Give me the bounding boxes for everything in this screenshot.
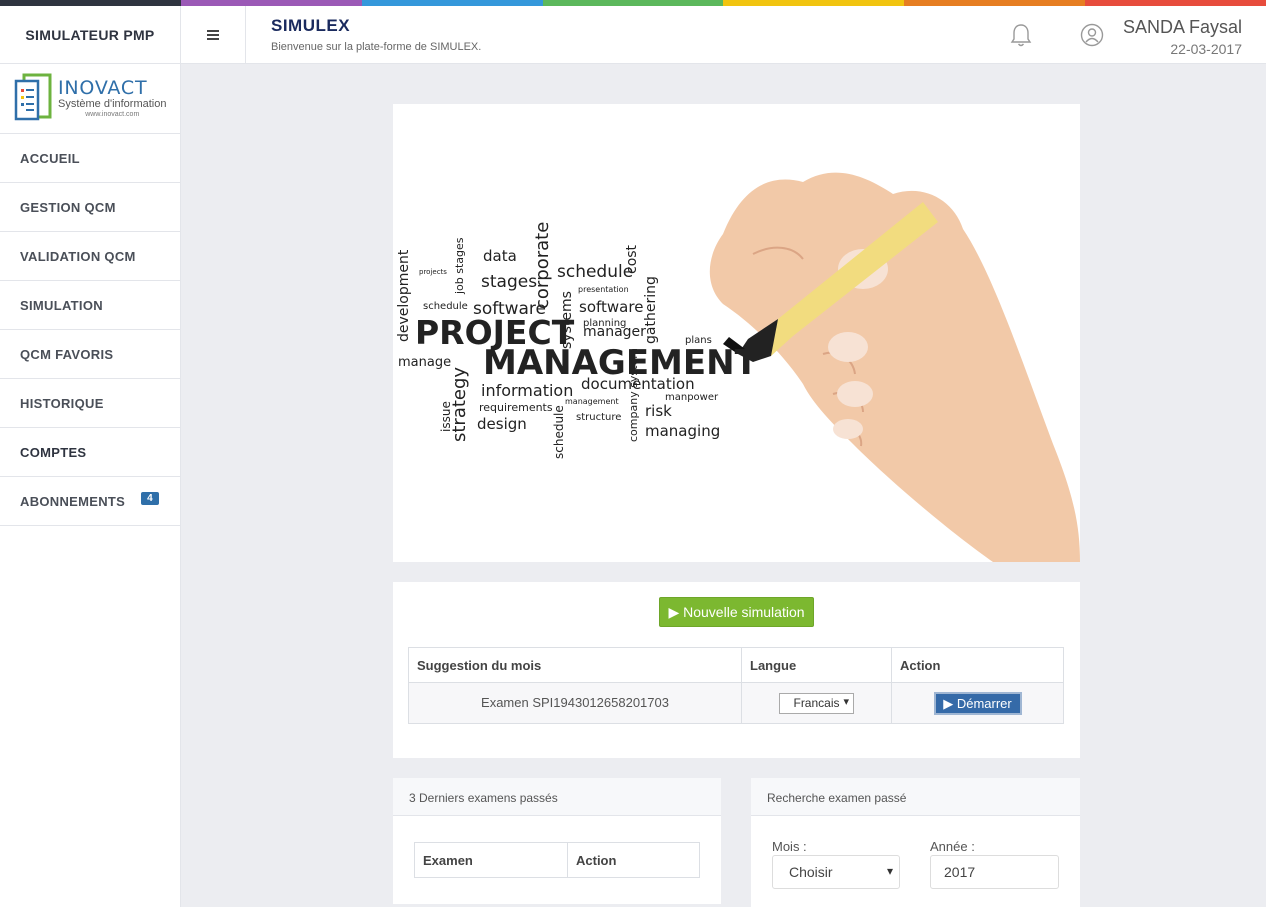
sidebar-item-label: GESTION QCM: [20, 199, 116, 215]
svg-text:software: software: [579, 298, 643, 316]
hero-banner-image: PROJECT MANAGEMENT software stages data …: [393, 104, 1080, 562]
svg-text:manpower: manpower: [665, 392, 719, 403]
logo-tagline: Système d'information: [58, 98, 167, 110]
bell-icon[interactable]: [1009, 22, 1033, 48]
svg-text:development: development: [396, 249, 412, 342]
svg-text:data: data: [483, 247, 517, 265]
logo-name: INOVACT: [58, 77, 148, 99]
user-name: SANDA Faysal: [1122, 17, 1242, 37]
new-simulation-button[interactable]: ▶ Nouvelle simulation: [659, 597, 814, 627]
logo-url: www.inovact.com: [85, 111, 140, 118]
svg-text:stages: stages: [481, 272, 537, 292]
svg-text:structure: structure: [576, 412, 621, 423]
month-select-value: Choisir: [789, 864, 833, 880]
sidebar-item-label: ABONNEMENTS: [20, 493, 126, 509]
sidebar-item-historique[interactable]: HISTORIQUE: [0, 379, 180, 428]
sidebar-item-comptes[interactable]: COMPTES: [0, 428, 180, 477]
year-label: Année :: [930, 839, 975, 854]
svg-text:job stages: job stages: [453, 237, 466, 295]
sidebar-item-label: VALIDATION QCM: [20, 248, 136, 264]
svg-text:corporate: corporate: [532, 222, 553, 309]
svg-text:management: management: [565, 397, 619, 406]
svg-text:manage: manage: [398, 355, 451, 370]
sidebar-item-qcm-favoris[interactable]: QCM FAVORIS: [0, 330, 180, 379]
page-subtitle: Bienvenue sur la plate-forme de SIMULEX.: [271, 41, 482, 53]
column-header-action: Action: [891, 647, 1064, 683]
start-exam-button[interactable]: ▶ Démarrer: [933, 691, 1022, 715]
svg-text:gathering: gathering: [643, 276, 659, 344]
svg-text:projects: projects: [419, 268, 447, 276]
month-select[interactable]: Choisir: [772, 855, 900, 889]
app-brand-label: SIMULATEUR PMP: [25, 27, 155, 43]
menu-toggle-button[interactable]: [181, 6, 246, 64]
column-header-suggestion: Suggestion du mois: [408, 647, 742, 683]
last-exams-panel: 3 Derniers examens passés Examen Action: [393, 778, 721, 904]
column-header-langue: Langue: [741, 647, 892, 683]
top-header: SIMULATEUR PMP SIMULEX Bienvenue sur la …: [0, 6, 1266, 64]
last-exams-title: 3 Derniers examens passés: [393, 778, 721, 816]
svg-text:design: design: [477, 415, 527, 433]
sidebar-item-abonnements[interactable]: ABONNEMENTS 4: [0, 477, 180, 526]
year-input[interactable]: 2017: [930, 855, 1059, 889]
svg-text:managing: managing: [645, 422, 720, 440]
page-title: SIMULEX: [271, 16, 351, 35]
current-date: 22-03-2017: [1170, 41, 1242, 57]
column-header-examen: Examen: [414, 842, 568, 878]
inovact-logo-icon: [14, 73, 52, 121]
svg-text:cost: cost: [624, 244, 640, 274]
page-title-block: SIMULEX Bienvenue sur la plate-forme de …: [271, 16, 481, 53]
sidebar-item-label: SIMULATION: [20, 297, 103, 313]
table-row: Examen SPI1943012658201703 Francais ▶ Dé…: [408, 682, 1064, 724]
sidebar-item-label: ACCUEIL: [20, 150, 80, 166]
month-label: Mois :: [772, 839, 807, 854]
suggestion-table: Suggestion du mois Langue Action Examen …: [408, 647, 1064, 724]
svg-text:plans: plans: [685, 335, 712, 346]
simulation-panel: ▶ Nouvelle simulation Suggestion du mois…: [393, 582, 1080, 758]
hamburger-icon: [207, 30, 219, 40]
app-brand[interactable]: SIMULATEUR PMP: [0, 6, 181, 64]
sidebar-item-label: HISTORIQUE: [20, 395, 104, 411]
notification-badge: 4: [141, 491, 159, 505]
column-header-action: Action: [567, 842, 700, 878]
sidebar-item-validation-qcm[interactable]: VALIDATION QCM: [0, 232, 180, 281]
language-select[interactable]: Francais: [779, 692, 854, 714]
sidebar-item-accueil[interactable]: ACCUEIL: [0, 134, 180, 183]
svg-text:information: information: [481, 381, 573, 400]
user-profile-icon[interactable]: [1080, 23, 1104, 47]
svg-text:risk: risk: [645, 402, 672, 420]
sidebar-item-simulation[interactable]: SIMULATION: [0, 281, 180, 330]
svg-text:requirements: requirements: [479, 401, 553, 414]
svg-text:presentation: presentation: [578, 285, 629, 294]
svg-text:company system: company system: [627, 348, 640, 442]
search-exam-panel: Recherche examen passé Mois : Choisir An…: [751, 778, 1080, 907]
sidebar: INOVACT Système d'information www.inovac…: [0, 64, 181, 907]
search-exam-title: Recherche examen passé: [751, 778, 1080, 816]
svg-text:planning: planning: [583, 318, 626, 329]
sidebar-item-gestion-qcm[interactable]: GESTION QCM: [0, 183, 180, 232]
year-input-value: 2017: [944, 864, 976, 880]
language-select-value: Francais: [793, 695, 840, 710]
exam-name-cell: Examen SPI1943012658201703: [408, 682, 742, 724]
svg-text:issue: issue: [439, 401, 453, 432]
sidebar-item-label: QCM FAVORIS: [20, 346, 114, 362]
svg-text:schedule: schedule: [552, 405, 566, 459]
user-info: SANDA Faysal 22-03-2017: [1123, 17, 1242, 57]
svg-text:schedule: schedule: [557, 262, 633, 282]
sidebar-item-label: COMPTES: [20, 444, 87, 460]
svg-text:schedule: schedule: [423, 301, 468, 312]
last-exams-table: Examen Action: [414, 842, 700, 878]
svg-text:systems: systems: [559, 291, 575, 349]
company-logo: INOVACT Système d'information www.inovac…: [0, 64, 180, 134]
word-cloud-illustration: PROJECT MANAGEMENT software stages data …: [396, 172, 1080, 562]
